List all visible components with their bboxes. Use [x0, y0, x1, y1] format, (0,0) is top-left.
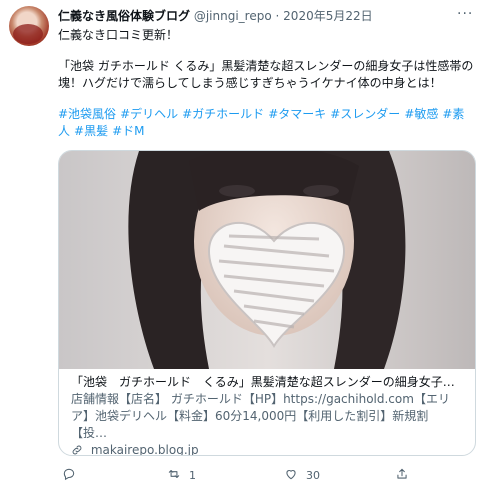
more-options-icon[interactable]: ··· [457, 6, 473, 22]
card-description: 店舗情報【店名】 ガチホールド【HP】https://gachihold.com… [71, 392, 450, 440]
action-bar: 1 30 [58, 467, 478, 489]
hashtag-link[interactable]: #デリヘル [120, 107, 178, 121]
card-title[interactable]: 「池袋 ガチホールド くるみ」黒髪清楚な超スレンダーの細身女子… [71, 374, 463, 391]
card-domain: makairepo.blog.jp [71, 442, 463, 456]
heart-icon [284, 467, 298, 484]
card-photo [59, 151, 475, 369]
author-handle[interactable]: @jinngi_repo [194, 9, 272, 23]
hashtag-link[interactable]: #タマーキ [268, 107, 326, 121]
retweet-count: 1 [189, 469, 196, 482]
tweet-date[interactable]: 2020年5月22日 [283, 9, 372, 23]
tweet[interactable]: 仁義なき風俗体験ブログ @jinngi_repo · 2020年5月22日 ··… [0, 0, 483, 493]
like-button[interactable]: 30 [284, 467, 320, 484]
retweet-icon [167, 467, 181, 484]
hashtag-link[interactable]: #黒髪 [74, 124, 108, 138]
retweet-button[interactable]: 1 [167, 467, 196, 484]
separator-dot: · [275, 9, 280, 23]
tweet-text-line1: 仁義なき口コミ更新！ [58, 28, 179, 42]
hashtag-link[interactable]: #スレンダー [330, 107, 400, 121]
link-card[interactable]: 「池袋 ガチホールド くるみ」黒髪清楚な超スレンダーの細身女子… 店舗情報【店名… [58, 150, 476, 456]
reply-button[interactable] [62, 467, 84, 484]
share-icon [395, 467, 409, 484]
hashtag-link[interactable]: #ドM [112, 124, 144, 138]
link-icon [71, 443, 87, 455]
tweet-text-line2: 「池袋 ガチホールド くるみ」黒髪清楚な超スレンダーの細身女子は性感帯の塊！ハグ… [58, 59, 474, 90]
tweet-header: 仁義なき風俗体験ブログ @jinngi_repo · 2020年5月22日 [58, 8, 373, 24]
card-domain-text: makairepo.blog.jp [90, 443, 199, 456]
hashtag-link[interactable]: #ガチホールド [182, 107, 264, 121]
hashtag-link[interactable]: #池袋風俗 [58, 107, 116, 121]
author-name[interactable]: 仁義なき風俗体験ブログ [58, 9, 190, 23]
card-image [59, 151, 475, 369]
hashtag-link[interactable]: #敏感 [404, 107, 438, 121]
hashtag-list: #池袋風俗 #デリヘル #ガチホールド #タマーキ #スレンダー #敏感 #素人 #黒髪 #ドM [58, 106, 478, 140]
card-body: 「池袋 ガチホールド くるみ」黒髪清楚な超スレンダーの細身女子… 店舗情報【店名… [59, 369, 475, 456]
share-button[interactable] [395, 467, 417, 484]
like-count: 30 [306, 469, 320, 482]
avatar[interactable] [9, 6, 49, 46]
reply-icon [62, 467, 76, 484]
